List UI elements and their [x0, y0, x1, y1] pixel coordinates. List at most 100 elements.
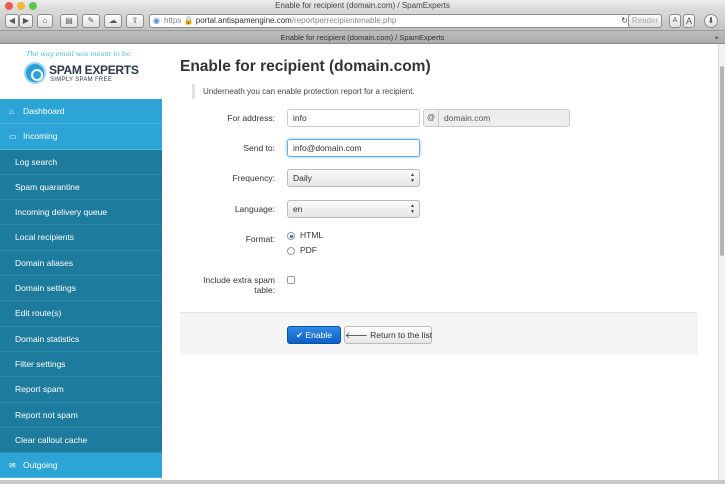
- logo-tagline: The way email was meant to be.: [26, 50, 132, 58]
- logo-name: SPAM EXPERTS: [49, 63, 139, 77]
- sidebar-item-incoming-delivery-queue[interactable]: Incoming delivery queue: [0, 200, 162, 226]
- sidebar-item-domain-statistics[interactable]: Domain statistics: [0, 326, 162, 352]
- format-label: Format:: [245, 234, 275, 244]
- format-html-label[interactable]: HTML: [300, 230, 323, 240]
- sidebar-item-label: Incoming: [23, 131, 58, 142]
- enable-button[interactable]: ✔ Enable: [287, 326, 341, 344]
- sidebar-item-label: Report spam: [15, 384, 64, 395]
- extra-spam-table-label-line1: Include extra spam: [203, 275, 275, 285]
- download-icon[interactable]: ⬇: [704, 14, 718, 28]
- back-button[interactable]: ◀: [5, 14, 19, 28]
- logo[interactable]: The way email was meant to be. SPAM EXPE…: [0, 44, 162, 99]
- cloud-icon[interactable]: ☁: [104, 14, 122, 28]
- sidebar-item-edit-routes[interactable]: Edit route(s): [0, 301, 162, 327]
- print-button[interactable]: ▤: [60, 14, 78, 28]
- frequency-label: Frequency:: [232, 173, 275, 183]
- window-bottom-edge: [0, 480, 725, 484]
- select-arrows-icon: ▲ ▼: [410, 172, 415, 184]
- browser-toolbar: ◀ ▶ ⌂ ▤ ✎ ☁ ⇪ ◉ https 🔒 portal.antispame…: [0, 12, 725, 31]
- language-select-value: en: [293, 204, 303, 214]
- for-address-label: For address:: [227, 113, 275, 123]
- sidebar-item-clear-callout-cache[interactable]: Clear callout cache: [0, 427, 162, 454]
- sidebar-item-domain-aliases[interactable]: Domain aliases: [0, 250, 162, 277]
- format-pdf-radio[interactable]: [287, 247, 295, 255]
- check-icon: ✔: [296, 330, 304, 340]
- format-html-radio[interactable]: [287, 232, 295, 240]
- domain-field: domain.com: [439, 109, 570, 127]
- sidebar-item-log-search[interactable]: Log search: [0, 149, 162, 175]
- return-to-list-button[interactable]: 🡐 Return to the list: [344, 326, 432, 344]
- globe-icon: ◉: [153, 16, 160, 25]
- send-to-label: Send to:: [243, 143, 275, 153]
- sidebar: The way email was meant to be. SPAM EXPE…: [0, 44, 162, 484]
- form-actions: ✔ Enable 🡐 Return to the list: [180, 312, 698, 355]
- sidebar-item-local-recipients[interactable]: Local recipients: [0, 225, 162, 251]
- sidebar-item-label: Incoming delivery queue: [15, 207, 108, 218]
- address-bar[interactable]: ◉ https 🔒 portal.antispamengine.com/repo…: [149, 14, 633, 28]
- extra-spam-table-checkbox[interactable]: [287, 276, 295, 284]
- envelope-icon: ✉: [9, 461, 16, 471]
- frequency-select[interactable]: Daily ▲ ▼: [287, 169, 420, 187]
- sidebar-item-label: Log search: [15, 156, 58, 167]
- format-pdf-label[interactable]: PDF: [300, 245, 317, 255]
- forward-button[interactable]: ▶: [19, 14, 33, 28]
- new-tab-button[interactable]: +: [715, 31, 719, 44]
- share-button[interactable]: ⇪: [126, 14, 144, 28]
- extra-spam-table-label: Include extra spam table:: [180, 275, 275, 295]
- page-title: Enable for recipient (domain.com): [180, 58, 431, 75]
- sidebar-item-label: Spam quarantine: [15, 181, 80, 192]
- url-scheme: https: [164, 16, 182, 25]
- return-button-label: Return to the list: [370, 330, 433, 340]
- extra-spam-table-label-line2: table:: [254, 285, 275, 295]
- sidebar-item-outgoing[interactable]: ✉ Outgoing: [0, 453, 162, 479]
- reader-button[interactable]: Reader: [628, 14, 662, 28]
- active-tab[interactable]: Enable for recipient (domain.com) / Spam…: [281, 33, 445, 42]
- lock-icon: 🔒: [183, 16, 194, 25]
- sidebar-item-label: Dashboard: [23, 106, 65, 116]
- window-title: Enable for recipient (domain.com) / Spam…: [275, 1, 450, 10]
- sidebar-item-label: Local recipients: [15, 232, 75, 243]
- send-to-input[interactable]: info@domain.com: [287, 139, 420, 157]
- sidebar-item-domain-settings[interactable]: Domain settings: [0, 276, 162, 302]
- sidebar-item-label: Outgoing: [23, 460, 58, 471]
- close-window-button[interactable]: [5, 2, 13, 10]
- sidebar-item-report-not-spam[interactable]: Report not spam: [0, 402, 162, 428]
- sidebar-item-filter-settings[interactable]: Filter settings: [0, 351, 162, 378]
- page-content: The way email was meant to be. SPAM EXPE…: [0, 44, 718, 484]
- sidebar-item-label: Domain aliases: [15, 257, 74, 268]
- logo-mark-icon: [24, 62, 46, 84]
- edit-button[interactable]: ✎: [82, 14, 100, 28]
- select-arrows-icon: ▲ ▼: [410, 203, 415, 215]
- tab-bar: Enable for recipient (domain.com) / Spam…: [0, 31, 725, 44]
- text-larger-button[interactable]: A: [683, 14, 695, 28]
- sidebar-item-label: Domain statistics: [15, 333, 80, 344]
- sidebar-item-label: Clear callout cache: [15, 434, 88, 445]
- home-button[interactable]: ⌂: [37, 14, 53, 28]
- sidebar-item-report-spam[interactable]: Report spam: [0, 377, 162, 403]
- home-icon: ⌂: [9, 107, 14, 116]
- logo-subtitle: SIMPLY SPAM FREE: [50, 77, 113, 83]
- page-description: Underneath you can enable protection rep…: [192, 84, 698, 99]
- sidebar-nav: ⌂ Dashboard ▭ Incoming Log search Spam qua…: [0, 99, 162, 479]
- language-select[interactable]: en ▲ ▼: [287, 200, 420, 218]
- window-titlebar: Enable for recipient (domain.com) / Spam…: [0, 0, 725, 12]
- at-sign-addon: @: [423, 109, 439, 127]
- zoom-window-button[interactable]: [29, 2, 37, 10]
- minimize-window-button[interactable]: [17, 2, 25, 10]
- sidebar-item-label: Edit route(s): [15, 308, 62, 319]
- text-smaller-button[interactable]: A: [669, 14, 681, 28]
- reload-icon[interactable]: ↻: [621, 15, 628, 27]
- sidebar-item-spam-quarantine[interactable]: Spam quarantine: [0, 174, 162, 201]
- sidebar-item-dashboard[interactable]: ⌂ Dashboard: [0, 99, 162, 125]
- url-path: /reportperrecipientenable.php: [291, 16, 397, 25]
- arrow-left-icon: 🡐: [345, 330, 368, 340]
- page-scrollbar[interactable]: [718, 44, 725, 484]
- for-address-input[interactable]: info: [287, 109, 420, 127]
- frequency-select-value: Daily: [293, 173, 312, 183]
- url-host: portal.antispamengine.com: [195, 16, 292, 25]
- inbox-icon: ▭: [9, 132, 17, 142]
- sidebar-item-label: Domain settings: [15, 283, 76, 294]
- sidebar-item-label: Filter settings: [15, 358, 66, 369]
- scrollbar-thumb[interactable]: [720, 66, 724, 256]
- sidebar-item-incoming[interactable]: ▭ Incoming: [0, 124, 162, 150]
